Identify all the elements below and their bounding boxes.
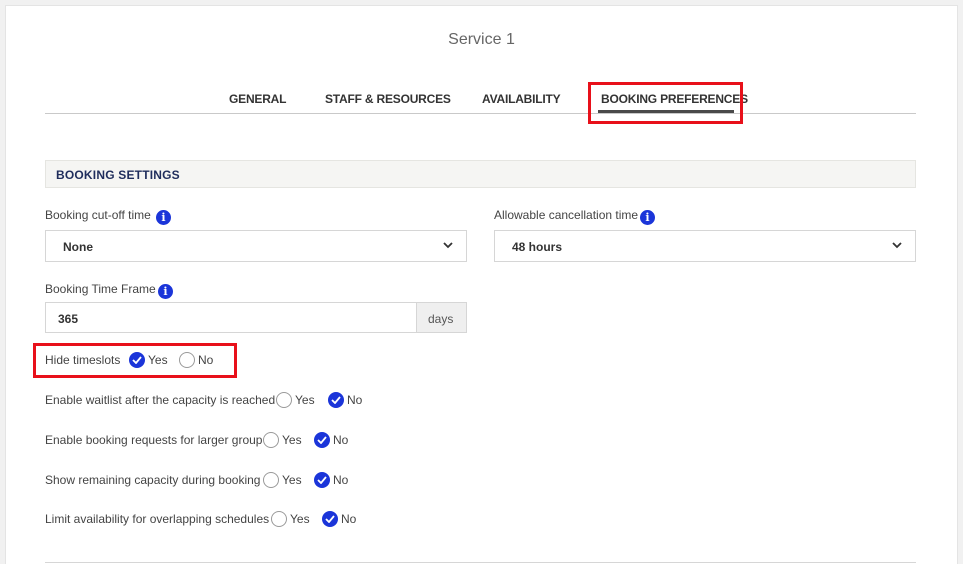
toggle-question: Enable booking requests for larger group [45,433,263,447]
radio-label: No [347,393,363,407]
radio-label: No [198,353,214,367]
cancellation-value: 48 hours [512,240,563,254]
tab-booking-preferences[interactable]: BOOKING PREFERENCES [601,92,748,106]
radio-unchecked-icon [276,392,292,408]
toggle-question: Hide timeslots [45,353,121,367]
toggle-row-overlapping: Limit availability for overlapping sched… [45,511,375,529]
cutoff-value: None [63,240,93,254]
toggle-question: Limit availability for overlapping sched… [45,512,270,526]
radio-label: Yes [282,433,302,447]
info-icon[interactable]: i [640,210,655,225]
radio-checked-icon [314,432,330,448]
radio-label: Yes [295,393,315,407]
info-icon[interactable]: i [158,284,173,299]
radio-unchecked-icon [271,511,287,527]
radio-unchecked-icon [263,432,279,448]
active-tab-indicator [598,110,734,113]
timeframe-value: 365 [58,312,79,326]
tab-general[interactable]: GENERAL [229,92,286,106]
section-header: BOOKING SETTINGS [45,160,916,188]
radio-label: No [333,433,349,447]
cutoff-select[interactable]: None [45,230,467,262]
radio-checked-icon [314,472,330,488]
divider [45,562,916,563]
radio-checked-icon [129,352,145,368]
toggle-row-hide-timeslots: Hide timeslots Yes No [45,352,245,370]
page-title: Service 1 [448,31,515,48]
tab-availability[interactable]: AVAILABILITY [482,92,561,106]
radio-checked-icon [328,392,344,408]
radio-unchecked-icon [179,352,195,368]
chevron-down-icon [443,242,453,249]
cutoff-label: Booking cut-off time [45,208,151,222]
timeframe-unit: days [416,302,467,333]
radio-label: No [333,473,349,487]
toggle-question: Enable waitlist after the capacity is re… [45,393,276,407]
toggle-question: Show remaining capacity during booking [45,473,261,487]
toggle-row-larger-group: Enable booking requests for larger group… [45,432,365,450]
toggle-row-remaining-capacity: Show remaining capacity during booking Y… [45,472,365,490]
radio-unchecked-icon [263,472,279,488]
timeframe-unit-label: days [428,312,454,326]
chevron-down-icon [892,242,902,249]
radio-label: Yes [290,512,310,526]
radio-checked-icon [322,511,338,527]
timeframe-label: Booking Time Frame [45,282,156,296]
cancellation-select[interactable]: 48 hours [494,230,916,262]
tab-bar: GENERAL STAFF & RESOURCES AVAILABILITY B… [45,80,916,114]
timeframe-input[interactable]: 365 [45,302,417,333]
cancellation-label: Allowable cancellation time [494,208,639,222]
radio-label: Yes [282,473,302,487]
radio-label: Yes [148,353,168,367]
tab-staff-resources[interactable]: STAFF & RESOURCES [325,92,451,106]
info-icon[interactable]: i [156,210,171,225]
radio-label: No [341,512,357,526]
toggle-row-waitlist: Enable waitlist after the capacity is re… [45,392,375,410]
section-title: BOOKING SETTINGS [56,168,180,182]
